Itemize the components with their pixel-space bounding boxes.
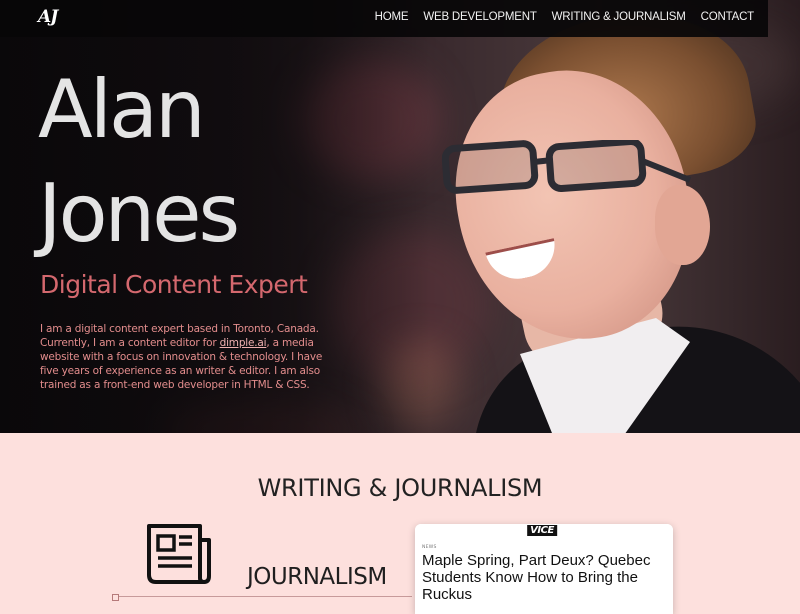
nav-home[interactable]: HOME bbox=[375, 11, 409, 23]
navbar: AJ HOME WEB DEVELOPMENT WRITING & JOURNA… bbox=[0, 0, 768, 37]
portrait-glasses bbox=[442, 140, 692, 194]
hero-bio: I am a digital content expert based in T… bbox=[40, 323, 323, 391]
card-masthead: VICE bbox=[415, 524, 673, 538]
hero-title: Digital Content Expert bbox=[40, 270, 308, 299]
journalism-label: JOURNALISM bbox=[247, 564, 387, 590]
site-logo[interactable]: AJ bbox=[38, 7, 58, 27]
article-headline[interactable]: Maple Spring, Part Deux? Quebec Students… bbox=[422, 552, 668, 603]
nav-contact[interactable]: CONTACT bbox=[701, 11, 755, 23]
newspaper-icon bbox=[147, 524, 211, 584]
hero-banner: Alan Jones Digital Content Expert I am a … bbox=[0, 0, 800, 433]
article-card[interactable]: VICE NEWS Maple Spring, Part Deux? Quebe… bbox=[415, 524, 673, 614]
divider bbox=[112, 596, 412, 597]
card-kicker: NEWS bbox=[422, 545, 437, 550]
hero-name: Alan Jones bbox=[38, 63, 240, 260]
section-heading: WRITING & JOURNALISM bbox=[257, 474, 543, 502]
vice-logo: VICE bbox=[527, 525, 557, 536]
nav-web-development[interactable]: WEB DEVELOPMENT bbox=[423, 11, 537, 23]
dimple-link[interactable]: dimple.ai bbox=[220, 337, 267, 349]
nav-links: HOME WEB DEVELOPMENT WRITING & JOURNALIS… bbox=[375, 11, 755, 23]
nav-writing-journalism[interactable]: WRITING & JOURNALISM bbox=[552, 11, 686, 23]
